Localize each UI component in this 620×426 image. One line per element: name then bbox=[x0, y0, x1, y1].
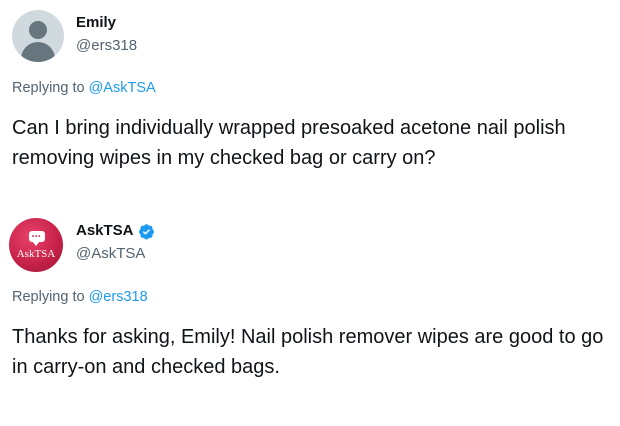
replying-to-label: Replying to bbox=[12, 289, 89, 305]
tweet-text: Can I bring individually wrapped presoak… bbox=[12, 117, 566, 169]
replying-to: Replying to @ers318 bbox=[12, 289, 148, 305]
user-avatar[interactable] bbox=[12, 10, 64, 62]
display-name[interactable]: AskTSA bbox=[76, 222, 134, 239]
display-name[interactable]: Emily bbox=[76, 14, 116, 31]
replying-to: Replying to @AskTSA bbox=[12, 80, 156, 96]
verified-badge-icon bbox=[139, 224, 154, 240]
user-handle[interactable]: @AskTSA bbox=[76, 245, 145, 262]
tweet-text: Thanks for asking, Emily! Nail polish re… bbox=[12, 326, 604, 378]
user-handle[interactable]: @ers318 bbox=[76, 37, 137, 54]
asktsa-avatar[interactable]: ••• AskTSA bbox=[9, 218, 63, 272]
avatar-head bbox=[29, 21, 47, 39]
replying-to-mention[interactable]: @ers318 bbox=[89, 289, 148, 305]
replying-to-label: Replying to bbox=[12, 80, 89, 96]
replying-to-mention[interactable]: @AskTSA bbox=[89, 80, 156, 96]
chat-dots-icon: ••• bbox=[32, 234, 42, 240]
avatar-body bbox=[21, 42, 55, 62]
avatar-brand-text: AskTSA bbox=[16, 248, 56, 260]
